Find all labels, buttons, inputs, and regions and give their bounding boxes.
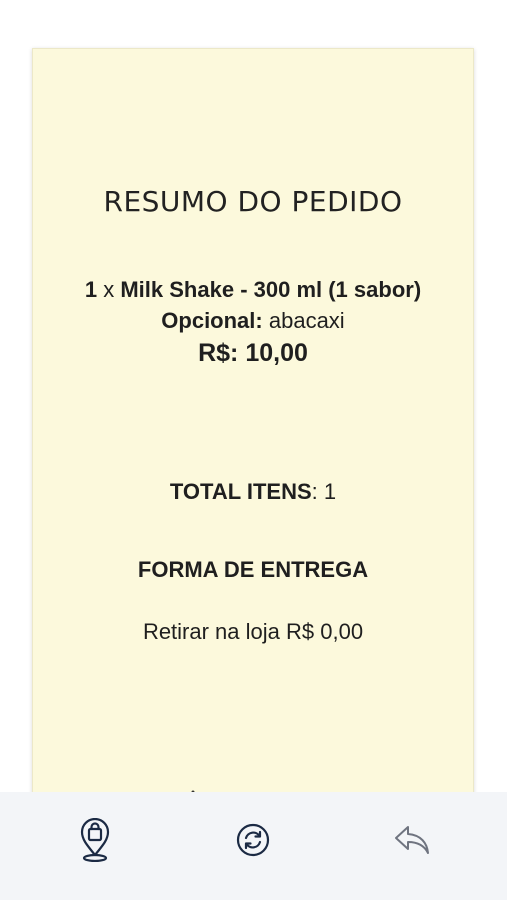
back-icon	[393, 823, 431, 857]
item-optional: Opcional: abacaxi	[73, 305, 433, 336]
total-items: TOTAL ITENS: 1	[33, 479, 473, 505]
store-location-button[interactable]	[71, 816, 119, 864]
page-title: RESUMO DO PEDIDO	[103, 185, 403, 218]
order-item: 1 x Milk Shake - 300 ml (1 sabor) Opcion…	[73, 274, 433, 370]
delivery-heading: FORMA DE ENTREGA	[137, 557, 369, 582]
delivery-option: Retirar na loja R$ 0,00	[142, 619, 364, 644]
item-quantity: 1	[84, 277, 98, 302]
total-items-value: : 1	[311, 479, 337, 504]
item-name: Milk Shake - 300 ml (1 sabor)	[120, 277, 422, 302]
app-screen: RESUMO DO PEDIDO 1 x Milk Shake - 300 ml…	[0, 0, 507, 900]
back-button[interactable]	[388, 816, 436, 864]
optional-label: Opcional:	[161, 308, 263, 333]
refresh-icon	[235, 822, 271, 858]
item-price: R$: 10,00	[198, 339, 308, 367]
refresh-button[interactable]	[229, 816, 277, 864]
order-summary-card: RESUMO DO PEDIDO 1 x Milk Shake - 300 ml…	[32, 48, 474, 848]
optional-value: abacaxi	[268, 308, 345, 333]
total-items-label: TOTAL ITENS	[169, 479, 312, 504]
store-location-icon	[77, 818, 113, 862]
item-line: 1 x Milk Shake - 300 ml (1 sabor)	[73, 274, 433, 305]
bottom-navigation	[0, 792, 507, 900]
item-times: x	[103, 277, 115, 302]
